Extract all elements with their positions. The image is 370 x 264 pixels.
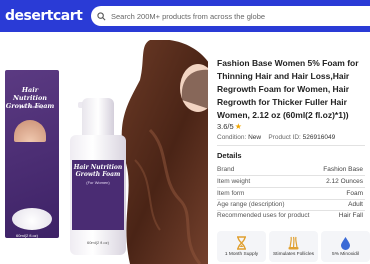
detail-value: Foam [346, 190, 363, 197]
model-hair-image [121, 40, 208, 264]
row-divider [217, 210, 365, 211]
search-input[interactable]: Search 200M+ products from across the gl… [111, 12, 265, 21]
detail-label: Brand [217, 166, 235, 173]
detail-value: Hair Fall [338, 212, 363, 219]
site-logo[interactable]: desertcart [5, 8, 83, 24]
badge-minoxidil: 5% Minoxidil [321, 231, 370, 262]
badge-supply: 1 Month Supply [217, 231, 266, 262]
condition-value: New [248, 134, 262, 141]
search-bar[interactable]: Search 200M+ products from across the gl… [91, 6, 370, 26]
badge-label: 1 Month Supply [224, 252, 259, 257]
bottle-volume: 60ml(2 fl.oz) [86, 240, 109, 245]
badge-follicles: Stimulates Follicles [269, 231, 318, 262]
product-id-value: 526916049 [302, 134, 336, 141]
search-icon [97, 11, 106, 20]
detail-label: Item form [217, 190, 245, 197]
bottle-title: Hair Nutrition Growth Foam [73, 164, 123, 178]
detail-row: Item form Foam [217, 190, 363, 197]
row-divider [217, 199, 365, 200]
divider [217, 145, 365, 146]
condition-label: Condition: [217, 134, 247, 141]
feature-badges: 1 Month Supply Stimulates Follicles 5% M… [217, 231, 370, 264]
bottle-subtitle: (For Women) [86, 180, 110, 185]
badge-label: Stimulates Follicles [272, 252, 315, 257]
rating[interactable]: 3.6/5 ★ [217, 122, 242, 131]
product-title: Fashion Base Women 5% Foam for Thinning … [217, 58, 359, 120]
star-icon: ★ [234, 122, 242, 131]
product-image[interactable]: Hair Nutrition Growth Foam (For Women) 6… [0, 40, 208, 264]
product-id-label: Product ID: [268, 134, 301, 141]
box-subtitle: (For Women) [19, 104, 43, 109]
detail-value: 2.12 Ounces [326, 178, 363, 185]
hair-follicle-icon [288, 236, 299, 250]
detail-value: Fashion Base [323, 166, 363, 173]
detail-row: Recommended uses for product Hair Fall [217, 212, 363, 219]
foam-illustration [12, 208, 52, 230]
details-heading: Details [217, 151, 242, 160]
rating-value: 3.6/5 [217, 122, 234, 131]
detail-row: Item weight 2.12 Ounces [217, 178, 363, 185]
box-volume: 60ml(2 fl.oz) [16, 233, 39, 238]
top-navigation-bar: desertcart Search 200M+ products from ac… [0, 0, 370, 32]
pump-head [82, 98, 114, 138]
detail-value: Adult [348, 201, 363, 208]
detail-row: Brand Fashion Base [217, 166, 363, 173]
row-divider [217, 175, 365, 176]
badge-label: 5% Minoxidil [332, 252, 359, 257]
detail-label: Recommended uses for product [217, 212, 310, 219]
drop-icon [341, 237, 350, 250]
row-divider [217, 187, 365, 188]
condition-and-id: Condition: New Product ID: 526916049 [217, 134, 335, 141]
detail-label: Age range (description) [217, 201, 285, 208]
hourglass-icon [237, 236, 246, 250]
detail-label: Item weight [217, 178, 251, 185]
detail-row: Age range (description) Adult [217, 201, 363, 208]
